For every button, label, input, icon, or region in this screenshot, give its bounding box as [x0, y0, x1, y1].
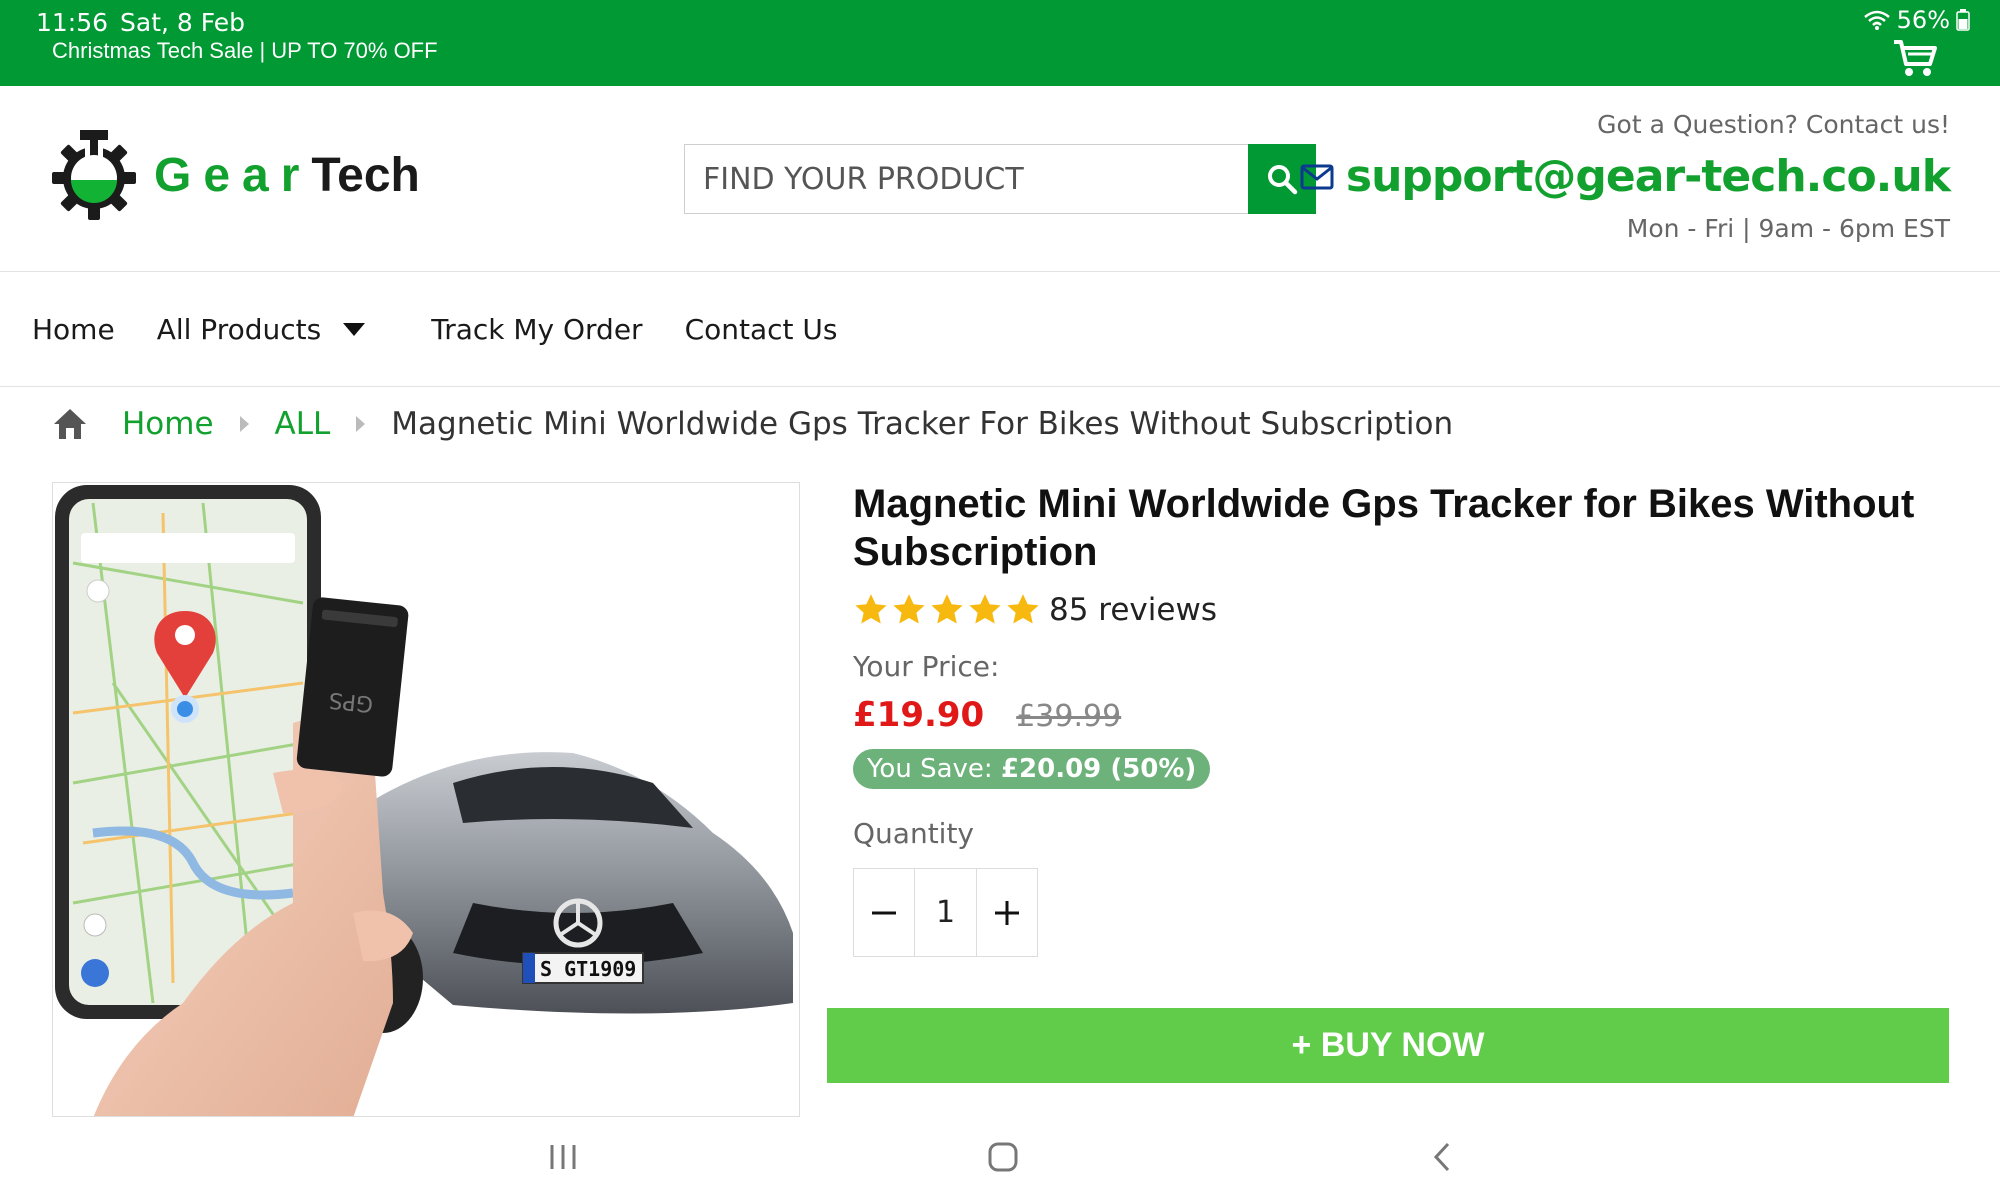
star-icon: [931, 594, 963, 624]
star-icon: [1007, 594, 1039, 624]
home-icon[interactable]: [52, 407, 88, 441]
breadcrumb: Home ALL Magnetic Mini Worldwide Gps Tra…: [52, 406, 1453, 442]
back-icon[interactable]: [1430, 1139, 1454, 1175]
gear-tech-logo[interactable]: GearTech: [52, 130, 420, 220]
price-current: £19.90: [853, 695, 985, 735]
nav-track-order[interactable]: Track My Order: [431, 313, 642, 346]
breadcrumb-separator-icon: [356, 416, 366, 432]
product-info: Magnetic Mini Worldwide Gps Tracker for …: [853, 480, 1953, 957]
breadcrumb-category[interactable]: ALL: [275, 406, 331, 442]
search-icon: [1268, 165, 1298, 195]
wifi-icon: [1863, 10, 1890, 30]
recent-apps-icon[interactable]: [548, 1139, 578, 1175]
nav-home[interactable]: Home: [32, 313, 115, 346]
savings-amount: £20.09 (50%): [1000, 754, 1197, 784]
minus-icon: [872, 911, 896, 914]
battery-percent: 56%: [1896, 6, 1950, 34]
caret-down-icon: [343, 323, 366, 336]
price-row: £19.90 £39.99: [853, 695, 1953, 735]
contact-block: Got a Question? Contact us! support@gear…: [1300, 110, 1951, 243]
quantity-input[interactable]: 1: [914, 869, 977, 956]
search-input[interactable]: [684, 144, 1248, 214]
site-header: GearTech Got a Question? Contact us! sup…: [0, 86, 2000, 272]
search-bar: [684, 144, 1316, 214]
savings-badge: You Save: £20.09 (50%): [853, 749, 1211, 789]
main-nav: Home All Products Track My Order Contact…: [0, 273, 2000, 387]
star-icon: [855, 594, 887, 624]
quantity-increase-button[interactable]: [977, 869, 1037, 956]
product-photo: S GT1909 GPS: [55, 485, 793, 1116]
savings-label: You Save:: [867, 754, 993, 784]
battery-icon: [1956, 9, 1970, 31]
status-time: 11:56: [36, 8, 109, 37]
breadcrumb-home[interactable]: Home: [122, 406, 214, 442]
contact-question: Got a Question? Contact us!: [1597, 110, 1950, 139]
product-title: Magnetic Mini Worldwide Gps Tracker for …: [853, 482, 1915, 574]
breadcrumb-separator-icon: [239, 416, 249, 432]
promo-banner[interactable]: Christmas Tech Sale | UP TO 70% OFF: [52, 38, 438, 64]
home-button-icon[interactable]: [986, 1139, 1020, 1175]
star-icon: [969, 594, 1001, 624]
breadcrumb-current: Magnetic Mini Worldwide Gps Tracker For …: [391, 406, 1454, 442]
system-nav-bar: [0, 1117, 2000, 1200]
product-image[interactable]: S GT1909 GPS: [52, 482, 800, 1117]
nav-contact-us[interactable]: Contact Us: [685, 313, 838, 346]
price-label: Your Price:: [853, 650, 1000, 683]
status-bar: 11:56 Sat, 8 Feb Christmas Tech Sale | U…: [0, 0, 2000, 86]
plus-icon: [995, 900, 1019, 925]
contact-hours: Mon - Fri | 9am - 6pm EST: [1626, 214, 1950, 243]
star-icon: [893, 594, 925, 624]
logo-text: GearTech: [154, 148, 420, 203]
logo-word-gear: Gear: [154, 148, 312, 202]
quantity-stepper: 1: [853, 868, 1038, 957]
quantity-decrease-button[interactable]: [854, 869, 914, 956]
nav-all-products-label: All Products: [156, 313, 322, 346]
tracker-label: GPS: [328, 687, 375, 716]
gear-logo-icon: [52, 130, 136, 220]
rating[interactable]: 85 reviews: [853, 592, 1953, 628]
status-indicators: 56%: [1863, 6, 1970, 34]
mail-icon: [1300, 164, 1334, 189]
contact-email[interactable]: support@gear-tech.co.uk: [1346, 151, 1951, 202]
logo-word-tech: Tech: [311, 148, 420, 202]
license-plate-text: S GT1909: [540, 957, 636, 981]
review-count[interactable]: 85 reviews: [1049, 592, 1217, 628]
status-date: Sat, 8 Feb: [120, 8, 245, 37]
buy-now-button[interactable]: + BUY NOW: [827, 1008, 1949, 1083]
star-rating: [853, 592, 1041, 628]
quantity-label: Quantity: [853, 817, 974, 850]
contact-email-row[interactable]: support@gear-tech.co.uk: [1300, 151, 1951, 202]
price-original: £39.99: [1016, 699, 1122, 734]
nav-all-products[interactable]: All Products: [157, 313, 390, 346]
cart-icon[interactable]: [1892, 38, 1940, 78]
